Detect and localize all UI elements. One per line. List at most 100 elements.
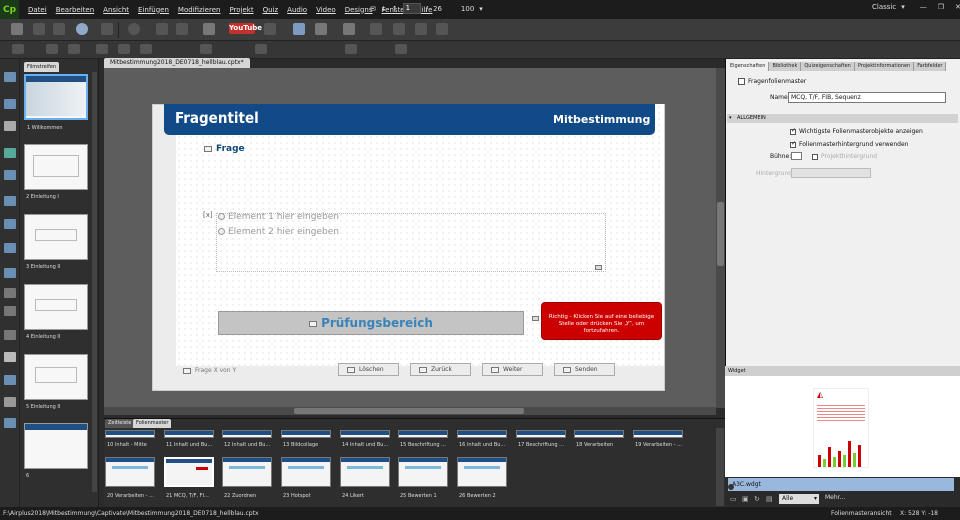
- zoom-select[interactable]: 100: [461, 5, 474, 13]
- name-input[interactable]: MCQ, T/F, FIB, Sequenz: [788, 92, 946, 103]
- master-thumbnail[interactable]: [164, 430, 214, 438]
- correct-feedback-caption[interactable]: Richtig - Klicken Sie auf eine beliebige…: [541, 302, 662, 340]
- master-thumbnail[interactable]: [457, 457, 507, 487]
- collapse-icon[interactable]: ▾: [729, 115, 732, 121]
- next-button[interactable]: Weiter: [482, 363, 543, 376]
- clear-button[interactable]: Löschen: [338, 363, 399, 376]
- align-bottom-icon[interactable]: [140, 44, 152, 54]
- highlight-icon[interactable]: [4, 219, 16, 229]
- shape-icon[interactable]: [156, 23, 168, 35]
- chevron-down-icon[interactable]: ▾: [901, 3, 905, 11]
- minimize-icon[interactable]: —: [920, 3, 927, 11]
- zoom-area-icon[interactable]: [4, 243, 16, 253]
- library-icon[interactable]: [343, 23, 355, 35]
- effects-icon[interactable]: [4, 375, 16, 385]
- menu-bearbeiten[interactable]: Bearbeiten: [56, 6, 94, 14]
- text-animation-icon[interactable]: [4, 352, 16, 362]
- document-tab[interactable]: Mitbestimmung2018_DE0718_hellblau.cptx*: [104, 58, 250, 68]
- refresh-icon[interactable]: ↻: [754, 495, 760, 503]
- arrange-icon[interactable]: [393, 23, 405, 35]
- master-thumbnail[interactable]: [105, 430, 155, 438]
- widget-list-item[interactable]: A3C.wdgt: [728, 478, 954, 491]
- tab-timeline[interactable]: Zeitleiste: [105, 419, 135, 428]
- mail-icon[interactable]: ✉: [370, 5, 376, 13]
- tab-properties[interactable]: Eigenschaften: [727, 62, 770, 71]
- same-width-icon[interactable]: [345, 44, 357, 54]
- stage-color-swatch[interactable]: [791, 152, 802, 160]
- branch-view-icon[interactable]: [315, 23, 327, 35]
- course-title[interactable]: Mitbestimmung: [553, 113, 650, 126]
- master-thumbnail[interactable]: [457, 430, 507, 438]
- smart-shape-icon[interactable]: [4, 330, 16, 340]
- more-widgets-link[interactable]: Mehr...: [825, 494, 845, 501]
- section-general[interactable]: ALLGEMEIN: [727, 114, 958, 123]
- same-size-icon[interactable]: [255, 44, 267, 54]
- menu-audio[interactable]: Audio: [287, 6, 307, 14]
- back-button[interactable]: Zurück: [410, 363, 471, 376]
- chevron-down-icon[interactable]: ▾: [479, 5, 483, 13]
- stage-vscrollbar[interactable]: [716, 68, 725, 408]
- youtube-icon[interactable]: YouTube: [229, 23, 262, 34]
- rectangle-icon[interactable]: [4, 196, 16, 206]
- menu-video[interactable]: Video: [316, 6, 336, 14]
- slide-thumbnail[interactable]: 6: [24, 423, 88, 479]
- undo-icon[interactable]: [33, 23, 45, 35]
- play-icon[interactable]: [76, 23, 88, 35]
- align-icon[interactable]: [370, 23, 382, 35]
- align-right-icon[interactable]: [68, 44, 80, 54]
- option-project-bg[interactable]: Projekthintergrund: [812, 153, 877, 160]
- master-thumbnail[interactable]: [222, 457, 272, 487]
- interaction-icon[interactable]: [264, 23, 276, 35]
- group-icon[interactable]: [415, 23, 427, 35]
- menu-modifizieren[interactable]: Modifizieren: [178, 6, 221, 14]
- line-icon[interactable]: [4, 397, 16, 407]
- resize-handle-icon[interactable]: [595, 265, 602, 270]
- caption-icon[interactable]: [4, 99, 16, 109]
- insert-icon[interactable]: ▣: [742, 495, 749, 503]
- star-icon[interactable]: [4, 72, 16, 82]
- align-middle-icon[interactable]: [118, 44, 130, 54]
- maximize-icon[interactable]: ❐: [938, 3, 944, 11]
- master-panel-scrollbar[interactable]: [716, 428, 724, 506]
- arrow-up-icon[interactable]: ↑: [392, 5, 398, 13]
- master-thumbnail[interactable]: [105, 457, 155, 487]
- question-title[interactable]: Fragentitel: [175, 109, 259, 127]
- checkbox-icon[interactable]: [790, 127, 796, 135]
- menu-datei[interactable]: Datei: [28, 6, 47, 14]
- workspace-switcher[interactable]: Classic ▾ — ❐ ✕: [872, 3, 960, 11]
- folder-icon[interactable]: ▭: [730, 495, 737, 503]
- master-thumbnail[interactable]: [340, 430, 390, 438]
- audio-icon[interactable]: [176, 23, 188, 35]
- tab-master-slides[interactable]: Folienmaster: [133, 419, 172, 428]
- record-icon[interactable]: [128, 23, 140, 35]
- workspace-label[interactable]: Classic: [872, 3, 896, 11]
- submit-button[interactable]: Senden: [554, 363, 615, 376]
- slide-view-icon[interactable]: [293, 23, 305, 35]
- option-use-master-bg[interactable]: Folienmasterhintergrund verwenden: [790, 140, 908, 148]
- text-icon[interactable]: [4, 121, 16, 131]
- scroll-thumb[interactable]: [717, 202, 724, 266]
- redo-icon[interactable]: [53, 23, 65, 35]
- slide-thumbnail[interactable]: 3 Einleitung II: [24, 214, 88, 270]
- filmstrip-tab[interactable]: Filmstreifen: [24, 62, 60, 72]
- align-left-icon[interactable]: [12, 44, 24, 54]
- review-area[interactable]: Prüfungsbereich: [218, 311, 524, 335]
- slide-thumbnail[interactable]: 4 Einleitung II: [24, 284, 88, 340]
- menu-quiz[interactable]: Quiz: [263, 6, 279, 14]
- option-show-master-objects[interactable]: Wichtigste Folienmasterobjekte anzeigen: [790, 127, 923, 135]
- scroll-thumb[interactable]: [294, 408, 524, 414]
- slide-thumbnail[interactable]: 1 Willkommen: [24, 74, 88, 131]
- align-center-icon[interactable]: [46, 44, 58, 54]
- stage-hscrollbar[interactable]: [104, 407, 716, 415]
- menu-projekt[interactable]: Projekt: [229, 6, 253, 14]
- question-text[interactable]: Frage: [204, 144, 245, 154]
- checkbox-icon[interactable]: [790, 140, 796, 148]
- save-icon[interactable]: [11, 23, 23, 35]
- question-progress[interactable]: Frage X von Y: [183, 367, 236, 374]
- media-icon[interactable]: [203, 23, 215, 35]
- distribute-icon[interactable]: [200, 44, 212, 54]
- master-thumbnail[interactable]: [281, 430, 331, 438]
- cursor-icon[interactable]: [4, 288, 16, 298]
- menu-designs[interactable]: Designs: [345, 6, 373, 14]
- master-thumbnail[interactable]: [516, 430, 566, 438]
